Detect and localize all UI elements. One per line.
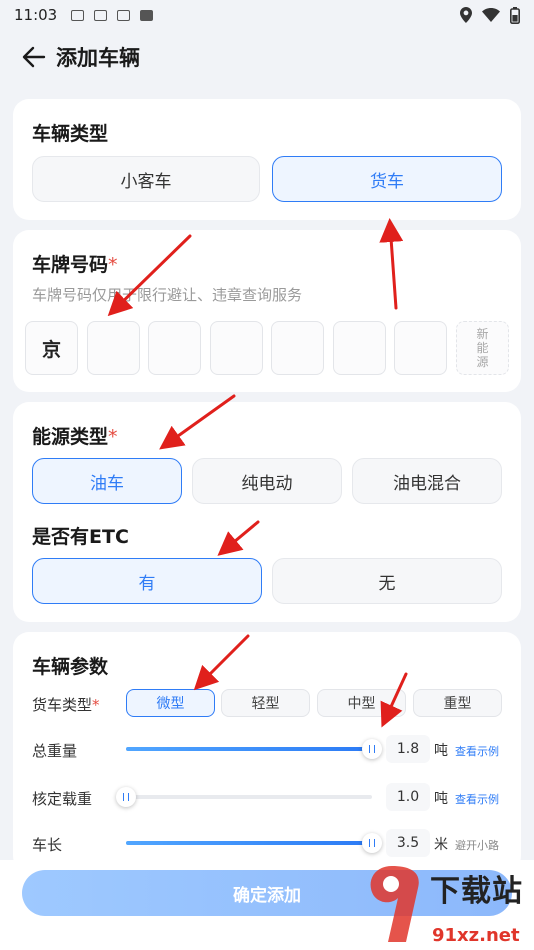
plate-char-box[interactable]: [148, 321, 201, 375]
slider-fill: [126, 841, 372, 845]
link-example-total-weight[interactable]: 查看示例: [455, 743, 499, 759]
option-fuel[interactable]: 油车: [32, 458, 182, 504]
chip-mini[interactable]: 微型: [126, 689, 215, 717]
slider-label-length: 车长: [32, 836, 63, 854]
status-time: 11:03: [14, 6, 58, 24]
slider-thumb[interactable]: [362, 739, 382, 759]
unit-rated-load: 吨: [434, 791, 448, 807]
vehicle-type-card: 车辆类型 小客车 货车: [13, 99, 521, 220]
option-hybrid[interactable]: 油电混合: [352, 458, 502, 504]
watermark-site: 91xz.net: [432, 925, 520, 946]
slider-label-rated-load: 核定载重: [32, 790, 93, 808]
back-arrow-icon[interactable]: [20, 43, 48, 71]
etc-title: 是否有ETC: [32, 526, 129, 548]
plate-char-box[interactable]: [333, 321, 386, 375]
energy-card: 能源类型* 油车 纯电动 油电混合 是否有ETC 有 无: [13, 402, 521, 622]
plate-char-box[interactable]: [87, 321, 140, 375]
slider-rated-load[interactable]: [116, 787, 372, 807]
required-mark: *: [92, 696, 100, 714]
location-icon: [460, 7, 472, 23]
vehicle-type-title: 车辆类型: [32, 123, 109, 145]
page-title: 添加车辆: [56, 46, 140, 70]
truck-type-label: 货车类型*: [32, 696, 100, 714]
mail-icon: [71, 9, 85, 21]
mail-icon: [117, 9, 131, 21]
plate-char-box[interactable]: [210, 321, 263, 375]
slider-thumb[interactable]: [116, 787, 136, 807]
chip-light[interactable]: 轻型: [221, 689, 310, 717]
value-rated-load[interactable]: 1.0: [386, 783, 430, 811]
params-card: 车辆参数 货车类型* 微型 轻型 中型 重型 总重量 1.8 吨 查看示例 核定…: [13, 632, 521, 872]
mail-icon: [94, 9, 108, 21]
chip-heavy[interactable]: 重型: [413, 689, 502, 717]
slider-total-weight[interactable]: [126, 739, 382, 759]
watermark-logo-icon: [370, 866, 419, 942]
plate-title: 车牌号码*: [32, 254, 118, 276]
option-electric[interactable]: 纯电动: [192, 458, 342, 504]
nav-bar: 添加车辆: [0, 30, 534, 84]
value-length[interactable]: 3.5: [386, 829, 430, 857]
watermark-brand: 下载站: [430, 874, 523, 909]
status-bar: 11:03: [0, 0, 534, 30]
params-title: 车辆参数: [32, 656, 109, 678]
wifi-icon: [482, 8, 500, 22]
value-total-weight[interactable]: 1.8: [386, 735, 430, 763]
energy-title: 能源类型*: [32, 426, 118, 448]
link-example-rated-load[interactable]: 查看示例: [455, 791, 499, 807]
slider-thumb[interactable]: [362, 833, 382, 853]
required-mark: *: [108, 254, 118, 276]
battery-icon: [510, 6, 520, 24]
unit-length: 米: [434, 837, 448, 853]
plate-province-box[interactable]: 京: [25, 321, 78, 375]
slider-label-total-weight: 总重量: [32, 742, 78, 760]
slider-fill: [126, 747, 372, 751]
option-etc-yes[interactable]: 有: [32, 558, 262, 604]
plate-char-box[interactable]: [394, 321, 447, 375]
plate-new-energy-box[interactable]: 新能源: [456, 321, 509, 375]
slider-length[interactable]: [126, 833, 382, 853]
plate-hint: 车牌号码仅用于限行避让、违章查询服务: [32, 286, 303, 304]
option-truck[interactable]: 货车: [272, 156, 502, 202]
chip-medium[interactable]: 中型: [317, 689, 406, 717]
option-small-car[interactable]: 小客车: [32, 156, 260, 202]
required-mark: *: [108, 426, 118, 448]
plate-char-box[interactable]: [271, 321, 324, 375]
plate-card: 车牌号码* 车牌号码仅用于限行避让、违章查询服务 京 新能源: [13, 230, 521, 392]
a-icon: [140, 9, 154, 21]
unit-total-weight: 吨: [434, 743, 448, 759]
link-avoid-small-roads[interactable]: 避开小路: [455, 837, 499, 853]
option-etc-no[interactable]: 无: [272, 558, 502, 604]
